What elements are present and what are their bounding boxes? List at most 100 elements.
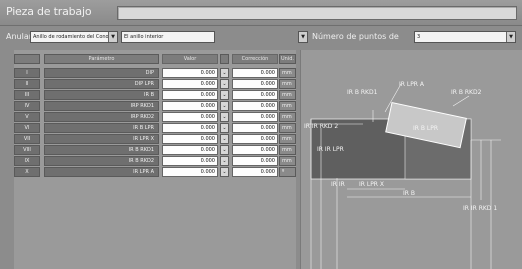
ring-part-value: El anillo interior — [124, 34, 164, 40]
header-button — [220, 54, 229, 64]
value-dropdown-button[interactable]: ⌄ — [220, 156, 229, 166]
label-ir-rkd1-right: IR IR RKD 1 — [463, 205, 497, 212]
chevron-down-icon[interactable]: ▼ — [298, 31, 308, 43]
row-index: IX — [14, 156, 40, 166]
header-correction: Corrección — [232, 54, 278, 64]
unit-label: mm — [279, 134, 296, 144]
diagram-svg: IR B RKD1 IR LPR A IR B RKD2 IR B LPR IR… — [304, 81, 501, 269]
value-dropdown-button[interactable]: ⌄ — [220, 90, 229, 100]
correction-input[interactable]: 0.000 — [232, 101, 278, 111]
unit-label: mm — [279, 79, 296, 89]
value-dropdown-button[interactable]: ⌄ — [220, 101, 229, 111]
correction-input[interactable]: 0.000 — [232, 90, 278, 100]
value-dropdown-button[interactable]: ⌄ — [220, 123, 229, 133]
correction-input[interactable]: 0.000 — [232, 123, 278, 133]
row-index: VI — [14, 123, 40, 133]
value-dropdown-button[interactable]: ⌄ — [220, 112, 229, 122]
value-input[interactable]: 0.000 — [162, 68, 218, 78]
row-index: III — [14, 90, 40, 100]
label-ir-b: IR B — [403, 190, 415, 197]
ring-type-dropdown[interactable]: Anillo de rodamiento del Cono ▼ — [30, 31, 118, 43]
table-row: V IRP RKD2 0.000 ⌄ 0.000 mm — [14, 112, 296, 122]
row-parameter: IR B LPR — [44, 123, 159, 133]
header-value: Valor — [162, 54, 218, 64]
value-dropdown-button[interactable]: ⌄ — [220, 68, 229, 78]
value-input[interactable]: 0.000 — [162, 123, 218, 133]
row-index: VIII — [14, 145, 40, 155]
unit-label: mm — [279, 145, 296, 155]
row-index: VII — [14, 134, 40, 144]
table-row: IV IRP RKD1 0.000 ⌄ 0.000 mm — [14, 101, 296, 111]
page-title: Pieza de trabajo — [6, 5, 92, 18]
ring-type-value: Anillo de rodamiento del Cono — [33, 34, 109, 40]
table-row: VII IR LPR X 0.000 ⌄ 0.000 mm — [14, 134, 296, 144]
row-parameter: IR B — [44, 90, 159, 100]
label-ir-b-rkd1: IR B RKD1 — [347, 89, 378, 96]
selector-row: Anular Anillo de rodamiento del Cono ▼ E… — [0, 28, 522, 46]
value-dropdown-button[interactable]: ⌄ — [220, 145, 229, 155]
correction-input[interactable]: 0.000 — [232, 156, 278, 166]
table-row: IX IR B RKD2 0.000 ⌄ 0.000 mm — [14, 156, 296, 166]
table-row: X IR LPR A 0.000 ⌄ 0.000 º — [14, 167, 296, 177]
row-index: IV — [14, 101, 40, 111]
points-label: Número de puntos de — [312, 32, 399, 41]
unit-label: mm — [279, 156, 296, 166]
label-ir-lpr-left: IR IR LPR — [317, 146, 344, 153]
row-parameter: IR LPR X — [44, 134, 159, 144]
workpiece-name-field[interactable] — [117, 6, 517, 20]
row-index: I — [14, 68, 40, 78]
row-parameter: DIP — [44, 68, 159, 78]
value-input[interactable]: 0.000 — [162, 79, 218, 89]
correction-input[interactable]: 0.000 — [232, 112, 278, 122]
value-input[interactable]: 0.000 — [162, 156, 218, 166]
unit-label: mm — [279, 68, 296, 78]
value-input[interactable]: 0.000 — [162, 167, 218, 177]
value-input[interactable]: 0.000 — [162, 101, 218, 111]
correction-input[interactable]: 0.000 — [232, 167, 278, 177]
correction-input[interactable]: 0.000 — [232, 134, 278, 144]
ring-part-dropdown[interactable]: El anillo interior — [121, 31, 215, 43]
row-index: X — [14, 167, 40, 177]
points-dropdown[interactable]: 3 ▼ — [414, 31, 516, 43]
title-bar: Pieza de trabajo — [0, 0, 522, 26]
apply-label: Anular — [6, 32, 33, 41]
unit-label: mm — [279, 112, 296, 122]
table-row: II DIP LPR 0.000 ⌄ 0.000 mm — [14, 79, 296, 89]
unit-label: mm — [279, 101, 296, 111]
chevron-down-icon[interactable]: ▼ — [108, 32, 117, 42]
points-value: 3 — [417, 34, 421, 40]
value-dropdown-button[interactable]: ⌄ — [220, 79, 229, 89]
label-ir-b-lpr: IR B LPR — [413, 125, 438, 132]
table-row: VIII IR B RKD1 0.000 ⌄ 0.000 mm — [14, 145, 296, 155]
label-ir-ir: IR IR — [331, 181, 345, 188]
label-ir-lpr-x: IR LPR X — [359, 181, 384, 188]
value-dropdown-button[interactable]: ⌄ — [220, 134, 229, 144]
value-input[interactable]: 0.000 — [162, 112, 218, 122]
label-ir-rkd2: IR IR RKD 2 — [304, 123, 338, 130]
chevron-down-icon[interactable]: ▼ — [506, 32, 515, 42]
row-parameter: IRP RKD1 — [44, 101, 159, 111]
row-parameter: IR B RKD1 — [44, 145, 159, 155]
value-input[interactable]: 0.000 — [162, 134, 218, 144]
row-parameter: DIP LPR — [44, 79, 159, 89]
table-header: Parámetro Valor Corrección Unid. — [14, 54, 296, 64]
row-parameter: IRP RKD2 — [44, 112, 159, 122]
correction-input[interactable]: 0.000 — [232, 68, 278, 78]
header-unit: Unid. — [279, 54, 296, 64]
row-index: V — [14, 112, 40, 122]
value-input[interactable]: 0.000 — [162, 145, 218, 155]
unit-label: º — [279, 167, 296, 177]
correction-input[interactable]: 0.000 — [232, 145, 278, 155]
bearing-diagram: IR B RKD1 IR LPR A IR B RKD2 IR B LPR IR… — [300, 50, 522, 269]
table-row: I DIP 0.000 ⌄ 0.000 mm — [14, 68, 296, 78]
label-ir-lpr-a: IR LPR A — [399, 81, 425, 88]
table-row: III IR B 0.000 ⌄ 0.000 mm — [14, 90, 296, 100]
header-parameter: Parámetro — [44, 54, 159, 64]
value-input[interactable]: 0.000 — [162, 90, 218, 100]
row-parameter: IR B RKD2 — [44, 156, 159, 166]
correction-input[interactable]: 0.000 — [232, 79, 278, 89]
header-index — [14, 54, 40, 64]
label-ir-b-rkd2: IR B RKD2 — [451, 89, 482, 96]
row-parameter: IR LPR A — [44, 167, 159, 177]
value-dropdown-button[interactable]: ⌄ — [220, 167, 229, 177]
